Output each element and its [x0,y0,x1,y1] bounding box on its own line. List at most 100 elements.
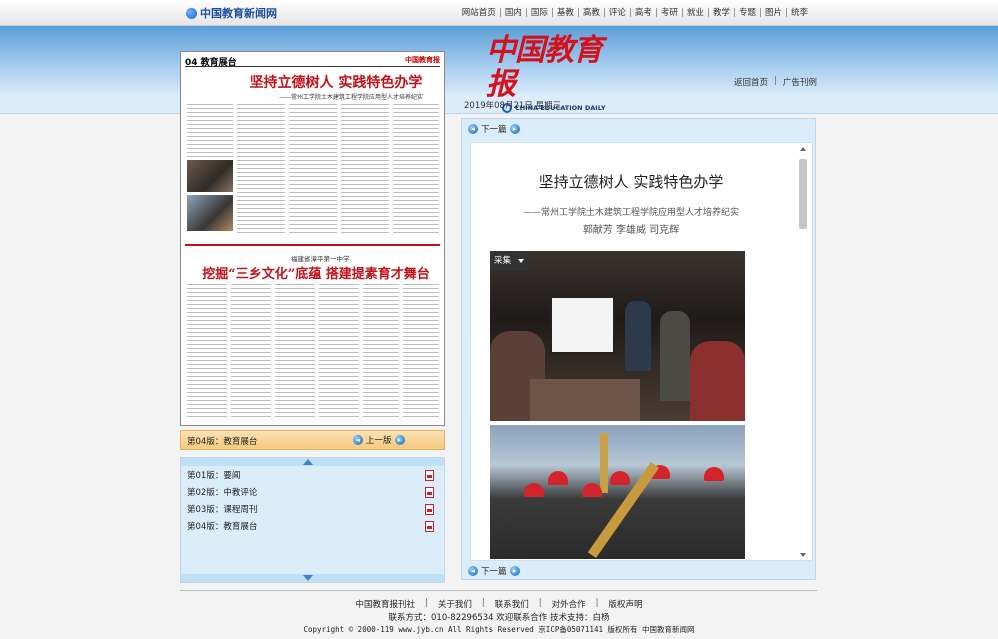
current-page-bar: 第04版：教育展台 ◂ 上一版 ▸ [180,430,445,450]
paper-text-block [237,104,285,234]
arrow-right-icon: ▸ [394,435,405,445]
projection-screen [550,296,615,354]
page-list-item-label: 第02版：中教评论 [187,488,258,498]
nav-item-commentary[interactable]: 评论 [605,6,630,18]
newspaper-page-preview[interactable]: 04 教育展台 中国教育报 坚持立德树人 实践特色办学 ——常州工学院土木建筑工… [180,51,445,426]
pdf-icon[interactable] [425,504,434,515]
paper-name: 中国教育报 [405,55,440,64]
person-shape [625,301,651,371]
paper-photo [187,195,233,231]
paper-text-block [393,104,439,234]
arrow-left-icon: ◂ [468,124,478,134]
article-title: 坚持立德树人 实践特色办学 [538,173,724,191]
desk-shape [530,379,640,421]
next-article-label: 下一篇 [481,567,507,577]
nav-item-jobs[interactable]: 就业 [683,6,708,18]
triangle-down-icon [303,575,313,581]
top-nav-menu: 网站首页 国内 国际 基教 高教 评论 高考 考研 就业 教学 专题 图片 统李 [458,6,812,18]
collect-dropdown-button[interactable]: 采集 [490,251,528,271]
nav-item-teaching[interactable]: 教学 [709,6,734,18]
paper-text-block [341,104,389,234]
nav-item-more[interactable]: 统李 [787,6,812,18]
footer-separator: | [481,598,485,608]
page-list-item[interactable]: 第01版：要闻 [187,469,440,485]
footer-link-copyright[interactable]: 版权声明 [609,598,643,610]
paper-subheadline-1: ——常州工学院土木建筑工程学院应用型人才培养纪实 [278,94,423,101]
nav-item-topics[interactable]: 专题 [735,6,760,18]
article-panel: ◂ 下一篇 ▸ 坚持立德树人 实践特色办学 ——常州工学院土木建筑工程学院应用型… [461,118,816,580]
page-list-item-label: 第04版：教育展台 [187,522,258,532]
back-home-link[interactable]: 返回首页 [734,76,768,88]
article-subtitle: ——常州工学院土木建筑工程学院应用型人才培养纪实 [522,208,739,218]
scroll-down-arrow-icon[interactable] [800,553,806,557]
nav-item-home[interactable]: 网站首页 [458,6,500,18]
masthead-chinese: 中国教育报 [486,33,603,102]
page-list-scroll-down[interactable] [181,574,444,582]
person-shape [660,311,690,401]
footer-link-about[interactable]: 关于我们 [438,598,472,610]
footer-links: 中国教育报刊社 | 关于我们 | 联系我们 | 对外合作 | 版权声明 [0,598,998,610]
paper-text-block [187,284,227,419]
paper-text-block [403,284,439,419]
article-photo-construction [490,425,745,559]
arrow-left-icon: ◂ [468,566,478,576]
paper-page-label: 04 教育展台 [185,58,237,68]
top-navigation-bar: 中国教育新闻网 网站首页 国内 国际 基教 高教 评论 高考 考研 就业 教学 … [0,0,998,26]
nav-item-pictures[interactable]: 图片 [761,6,786,18]
nav-item-higher-edu[interactable]: 高教 [579,6,604,18]
page-list-item[interactable]: 第03版：课程周刊 [187,503,440,519]
previous-page-button[interactable]: ◂ 上一版 ▸ [353,434,405,446]
ad-rates-link[interactable]: 广告刊例 [783,76,817,88]
paper-photo [187,160,233,192]
scrollbar-thumb[interactable] [799,159,807,229]
page-list-item[interactable]: 第04版：教育展台 [187,520,440,536]
page-list-item[interactable]: 第02版：中教评论 [187,486,440,502]
next-article-top-button[interactable]: ◂ 下一篇 ▸ [468,123,520,135]
pdf-icon[interactable] [425,487,434,498]
paper-headline-2[interactable]: 挖掘“三乡文化”底蕴 搭建提素育才舞台 [201,263,431,282]
next-article-bottom-button[interactable]: ◂ 下一篇 ▸ [468,565,520,577]
footer-divider [180,590,817,591]
scroll-up-arrow-icon[interactable] [800,147,806,151]
article-photo-classroom [490,251,745,421]
previous-page-label: 上一版 [366,436,392,446]
article-scrollbar[interactable] [798,147,808,557]
page-list-scroll-up[interactable] [181,458,444,466]
nav-item-international[interactable]: 国际 [527,6,552,18]
site-logo[interactable]: 中国教育新闻网 [186,5,277,21]
arrow-right-icon: ▸ [509,124,520,134]
paper-divider [185,244,440,246]
newspaper-masthead: 中国教育报 CHINA EDUCATION DAILY [486,34,616,113]
hard-hat-shape [548,471,568,485]
hard-hat-shape [582,483,602,497]
paper-text-block [231,284,271,419]
article-content[interactable]: 坚持立德树人 实践特色办学 ——常州工学院土木建筑工程学院应用型人才培养纪实 郭… [470,142,813,561]
footer-link-press[interactable]: 中国教育报刊社 [355,598,415,610]
nav-item-basic-edu[interactable]: 基教 [553,6,578,18]
paper-text-block [319,284,359,419]
paper-headline-1[interactable]: 坚持立德树人 实践特色办学 [231,72,441,92]
collect-label: 采集 [494,256,512,266]
hard-hat-shape [524,483,544,497]
header-link-separator: | [774,76,777,86]
arrow-left-icon: ◂ [353,435,363,445]
arrow-right-icon: ▸ [509,566,520,576]
hard-hat-shape [704,467,724,481]
triangle-up-icon [303,459,313,465]
paper-page-header: 04 教育展台 中国教育报 [185,55,440,68]
next-article-label: 下一篇 [481,125,507,135]
site-logo-text: 中国教育新闻网 [200,7,277,20]
pdf-icon[interactable] [425,470,434,481]
current-page-label: 第04版：教育展台 [187,437,258,447]
page-list-item-label: 第01版：要闻 [187,471,241,481]
nav-item-gaokao[interactable]: 高考 [631,6,656,18]
nav-item-domestic[interactable]: 国内 [501,6,526,18]
nav-item-kaoyan[interactable]: 考研 [657,6,682,18]
footer-separator: | [538,598,542,608]
site-logo-icon [186,7,197,19]
footer-link-cooperation[interactable]: 对外合作 [552,598,586,610]
header-links: 返回首页 | 广告刊例 [734,76,817,88]
paper-text-block [289,104,337,234]
footer-link-contact[interactable]: 联系我们 [495,598,529,610]
pdf-icon[interactable] [425,521,434,532]
